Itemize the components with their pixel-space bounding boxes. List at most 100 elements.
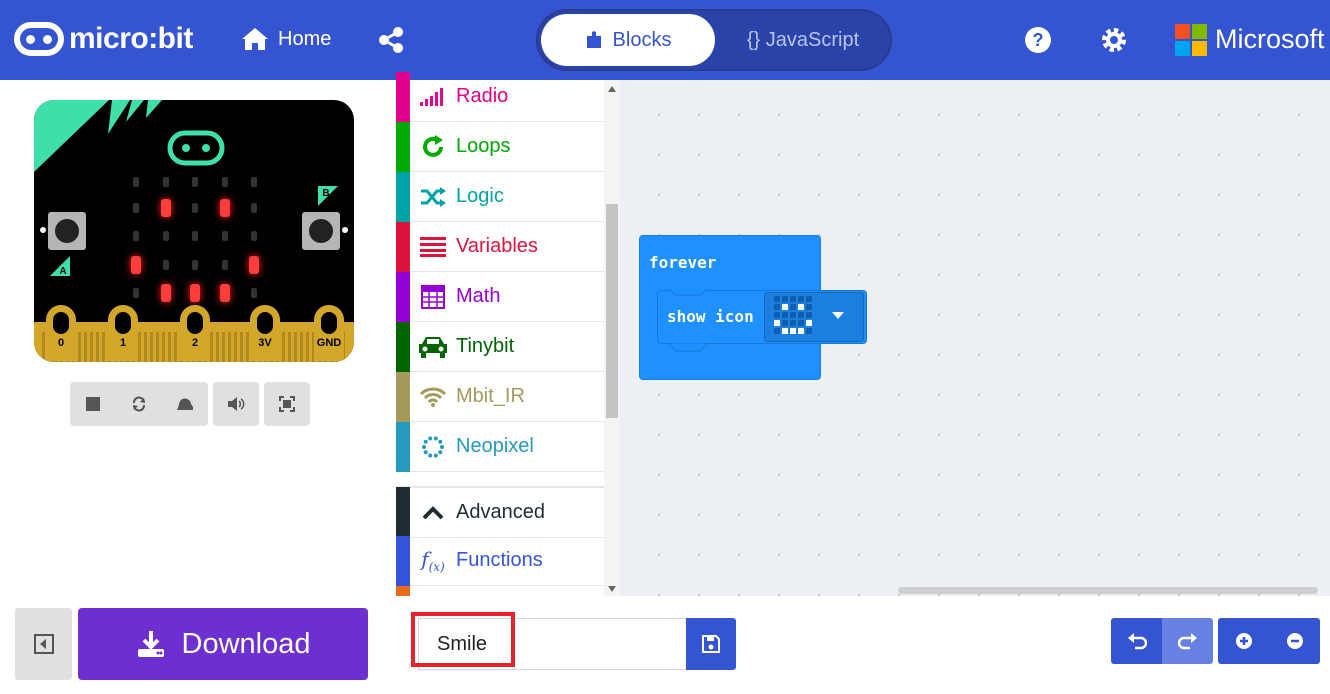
led xyxy=(133,177,139,187)
help-button[interactable]: ? xyxy=(1024,26,1052,59)
stop-icon xyxy=(86,397,100,411)
pin-gnd[interactable] xyxy=(314,305,344,361)
led xyxy=(222,260,228,270)
icon-pixel xyxy=(774,320,780,326)
fullscreen-button[interactable] xyxy=(264,382,310,426)
toolbox-scroll-thumb[interactable] xyxy=(606,204,618,418)
collapse-icon xyxy=(33,634,54,654)
microbit-logo-icon xyxy=(14,22,64,56)
smile-icon xyxy=(774,296,816,336)
settings-button[interactable] xyxy=(1100,26,1128,59)
logo-text: micro:bit xyxy=(69,22,193,55)
toolbox-loops[interactable]: Loops xyxy=(396,121,604,172)
category-stripe xyxy=(396,421,410,472)
icon-pixel xyxy=(806,296,812,302)
toolbox-variables[interactable]: Variables xyxy=(396,221,604,272)
category-stripe xyxy=(396,171,410,222)
undo-button[interactable] xyxy=(1111,618,1162,664)
stop-button[interactable] xyxy=(70,382,116,426)
save-button[interactable] xyxy=(686,618,736,670)
icon-pixel xyxy=(806,304,812,310)
pin-1[interactable] xyxy=(108,305,138,361)
microbit-simulator[interactable]: A B 0 1 2 3V GND xyxy=(34,100,354,362)
mute-button[interactable] xyxy=(213,382,259,426)
functions-label: Functions xyxy=(456,549,543,571)
project-name-highlight xyxy=(411,612,515,667)
zoom-group xyxy=(1218,618,1320,664)
board-logo-icon xyxy=(167,130,225,166)
led xyxy=(220,199,230,217)
led xyxy=(163,260,169,270)
restart-icon xyxy=(133,396,145,412)
led xyxy=(249,256,259,274)
toolbox-neopixel[interactable]: Neopixel xyxy=(396,421,604,472)
icon-pixel xyxy=(806,312,812,318)
zoom-out-button[interactable] xyxy=(1269,618,1320,664)
category-stripe xyxy=(396,121,410,172)
redo-button[interactable] xyxy=(1162,618,1213,664)
button-a[interactable] xyxy=(48,212,86,250)
toolbox-math[interactable]: Math xyxy=(396,271,604,322)
icon-pixel xyxy=(798,328,804,334)
workspace-horizontal-scrollbar[interactable] xyxy=(898,587,1318,594)
pin-2[interactable] xyxy=(180,305,210,361)
zoom-in-button[interactable] xyxy=(1218,618,1269,664)
redo-icon xyxy=(1177,633,1197,650)
tab-blocks[interactable]: Blocks xyxy=(541,14,715,66)
led xyxy=(133,203,139,213)
wifi-icon xyxy=(410,387,456,407)
led xyxy=(163,177,169,187)
pin-label: 3V xyxy=(258,337,272,349)
speaker-icon xyxy=(228,397,245,411)
undo-redo-group xyxy=(1111,618,1213,664)
led xyxy=(251,203,257,213)
share-button[interactable] xyxy=(377,26,405,59)
category-stripe xyxy=(396,71,410,122)
loop-icon xyxy=(410,134,456,159)
svg-text:?: ? xyxy=(1033,30,1044,50)
collapse-simulator-button[interactable] xyxy=(15,608,72,680)
icon-pixel xyxy=(782,320,788,326)
toolbox-scrollbar[interactable] xyxy=(604,80,620,596)
toolbox-tinybit[interactable]: Tinybit xyxy=(396,321,604,372)
pin-label: GND xyxy=(316,337,342,349)
restart-button[interactable] xyxy=(116,382,162,426)
advanced-stripe xyxy=(396,486,410,539)
header: micro:bit Home Blocks {} JavaScript ? Mi… xyxy=(0,0,1330,80)
category-stripe xyxy=(396,221,410,272)
microsoft-logo-icon xyxy=(1175,24,1207,56)
slow-mo-button[interactable] xyxy=(162,382,208,426)
editor-mode-toggle: Blocks {} JavaScript xyxy=(536,9,892,71)
pin-3v[interactable] xyxy=(250,305,280,361)
fullscreen-group xyxy=(264,382,310,426)
pin-label: 2 xyxy=(191,337,199,349)
button-b-marker: B xyxy=(318,186,338,206)
toolbox-functions[interactable]: f(x) Functions xyxy=(396,535,604,586)
toolbox-mbit-ir[interactable]: Mbit_IR xyxy=(396,371,604,422)
tab-javascript[interactable]: {} JavaScript xyxy=(718,14,888,66)
led xyxy=(222,177,228,187)
dotted-circle-icon xyxy=(410,435,456,459)
home-button[interactable]: Home xyxy=(240,26,331,52)
toolbox-radio[interactable]: Radio xyxy=(396,71,604,122)
icon-pixel xyxy=(790,296,796,302)
floppy-disk-icon xyxy=(702,635,720,653)
led xyxy=(251,231,257,241)
toolbox-logic[interactable]: Logic xyxy=(396,171,604,222)
led xyxy=(251,288,257,298)
icon-pixel xyxy=(806,328,812,334)
microbit-logo[interactable]: micro:bit xyxy=(14,22,193,56)
download-button[interactable]: Download xyxy=(78,608,368,680)
help-icon: ? xyxy=(1025,27,1051,53)
category-label: Loops xyxy=(456,135,511,157)
icon-pixel xyxy=(790,304,796,310)
category-label: Mbit_IR xyxy=(456,385,525,407)
icon-pixel xyxy=(798,312,804,318)
toolbox-advanced[interactable]: Advanced xyxy=(396,486,604,539)
pin-0[interactable] xyxy=(46,305,76,361)
icon-pixel xyxy=(798,296,804,302)
button-b[interactable] xyxy=(302,212,340,250)
icon-pixel xyxy=(782,312,788,318)
icon-pixel xyxy=(798,320,804,326)
dropdown-arrow-icon[interactable] xyxy=(831,310,845,320)
